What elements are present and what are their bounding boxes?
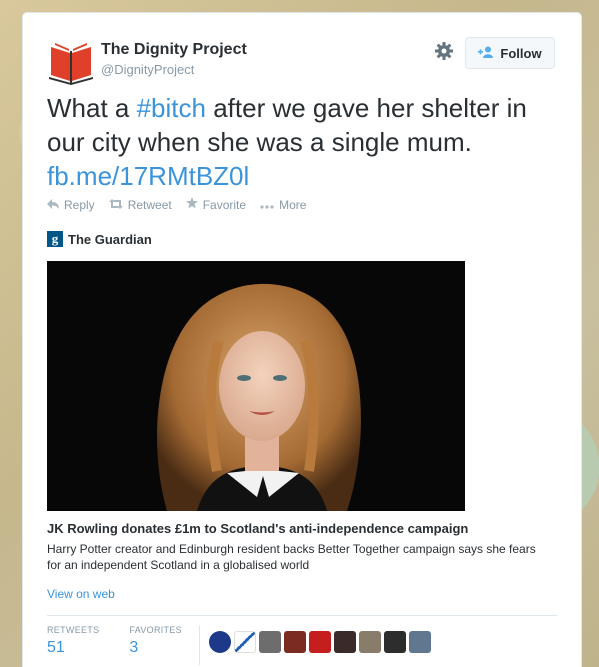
article-headline[interactable]: JK Rowling donates £1m to Scotland's ant… <box>47 521 557 536</box>
tweet-card: The Dignity Project @DignityProject Foll… <box>22 12 582 667</box>
source-name: The Guardian <box>68 231 152 247</box>
follow-label: Follow <box>500 45 542 61</box>
tweet-header: The Dignity Project @DignityProject Foll… <box>47 37 557 89</box>
reply-icon <box>47 198 59 212</box>
hashtag-link[interactable]: #bitch <box>137 93 206 123</box>
reply-label: Reply <box>64 197 95 212</box>
retweeter-avatars <box>209 631 431 653</box>
avatar[interactable] <box>334 631 356 653</box>
gear-icon[interactable] <box>433 41 455 63</box>
more-button[interactable]: More <box>260 197 306 212</box>
avatar[interactable] <box>309 631 331 653</box>
retweets-count: 51 <box>47 639 65 656</box>
tweet-text-before: What a <box>47 93 137 123</box>
reply-button[interactable]: Reply <box>47 197 95 212</box>
guardian-logo-icon: g <box>47 231 63 247</box>
avatar[interactable] <box>384 631 406 653</box>
view-on-web-link[interactable]: View on web <box>47 587 115 601</box>
ellipsis-icon <box>260 198 274 212</box>
avatar[interactable] <box>409 631 431 653</box>
tweet-url-link[interactable]: fb.me/17RMtBZ0l <box>47 161 249 191</box>
avatar[interactable] <box>359 631 381 653</box>
article-description: Harry Potter creator and Edinburgh resid… <box>47 542 536 572</box>
stats-divider <box>47 615 557 616</box>
add-person-icon <box>478 46 494 61</box>
retweets-label: RETWEETS <box>47 625 100 635</box>
star-icon <box>185 197 198 212</box>
retweet-label: Retweet <box>127 197 172 212</box>
retweet-button[interactable]: Retweet <box>108 197 172 212</box>
avatar[interactable] <box>209 631 231 653</box>
card-source[interactable]: g The Guardian <box>47 231 152 247</box>
avatar[interactable] <box>284 631 306 653</box>
article-photo[interactable] <box>47 261 465 511</box>
tweet-stats: RETWEETS 51 FAVORITES 3 <box>47 625 182 657</box>
favorites-stat[interactable]: FAVORITES 3 <box>129 625 182 657</box>
follow-button[interactable]: Follow <box>465 37 555 69</box>
favorite-button[interactable]: Favorite <box>185 197 247 212</box>
favorites-count: 3 <box>129 639 139 656</box>
more-label: More <box>279 197 307 212</box>
dignity-project-logo[interactable] <box>47 37 95 85</box>
tweet-text: What a #bitch after we gave her shelter … <box>47 91 547 193</box>
display-name[interactable]: The Dignity Project <box>101 41 247 59</box>
tweet-actions: Reply Retweet Favorite More <box>47 197 306 212</box>
retweets-stat[interactable]: RETWEETS 51 <box>47 625 99 657</box>
favorites-label: FAVORITES <box>129 625 182 635</box>
favorite-label: Favorite <box>202 197 247 212</box>
avatar[interactable] <box>259 631 281 653</box>
retweet-icon <box>108 198 123 212</box>
stats-separator <box>199 625 200 665</box>
avatar[interactable] <box>234 631 256 653</box>
user-handle[interactable]: @DignityProject <box>101 62 194 77</box>
